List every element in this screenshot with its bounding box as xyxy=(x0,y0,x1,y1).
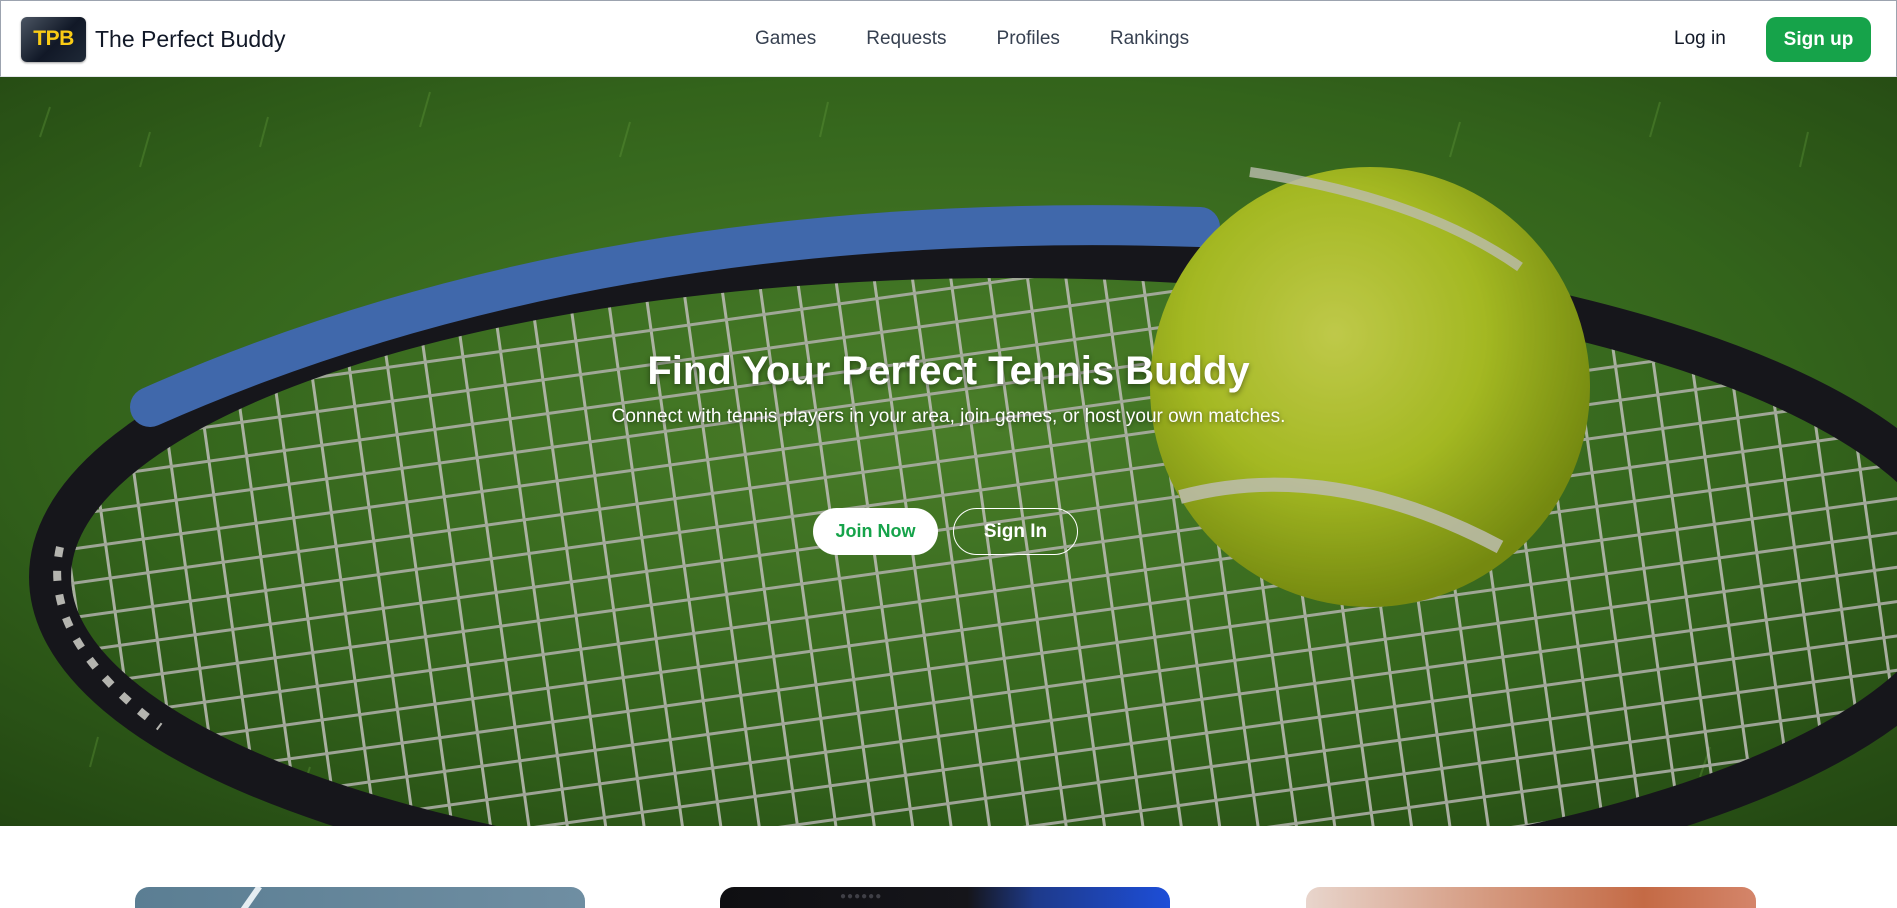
nav-link-rankings[interactable]: Rankings xyxy=(1110,25,1189,53)
login-link[interactable]: Log in xyxy=(1674,25,1726,53)
signup-button[interactable]: Sign up xyxy=(1766,17,1871,62)
hero-overlay xyxy=(0,77,1897,826)
nav-link-requests[interactable]: Requests xyxy=(866,25,946,53)
nav-link-games[interactable]: Games xyxy=(755,25,816,53)
sign-in-button[interactable]: Sign In xyxy=(953,508,1078,555)
brand-name[interactable]: The Perfect Buddy xyxy=(95,26,286,53)
feature-card-image[interactable] xyxy=(720,887,1170,908)
hero-subtitle: Connect with tennis players in your area… xyxy=(611,406,1286,427)
feature-card-image[interactable] xyxy=(1306,887,1756,908)
feature-card-image[interactable] xyxy=(135,887,585,908)
logo[interactable]: TPB xyxy=(21,16,86,62)
brand[interactable]: TPB The Perfect Buddy xyxy=(21,16,286,62)
hero-title: Find Your Perfect Tennis Buddy xyxy=(647,349,1250,393)
nav-link-profiles[interactable]: Profiles xyxy=(997,25,1060,53)
join-now-button[interactable]: Join Now xyxy=(813,508,938,555)
hero-section: Find Your Perfect Tennis Buddy Connect w… xyxy=(0,77,1897,826)
main-nav: Games Requests Profiles Rankings xyxy=(755,25,1239,53)
site-header: TPB The Perfect Buddy Games Requests Pro… xyxy=(0,0,1897,77)
